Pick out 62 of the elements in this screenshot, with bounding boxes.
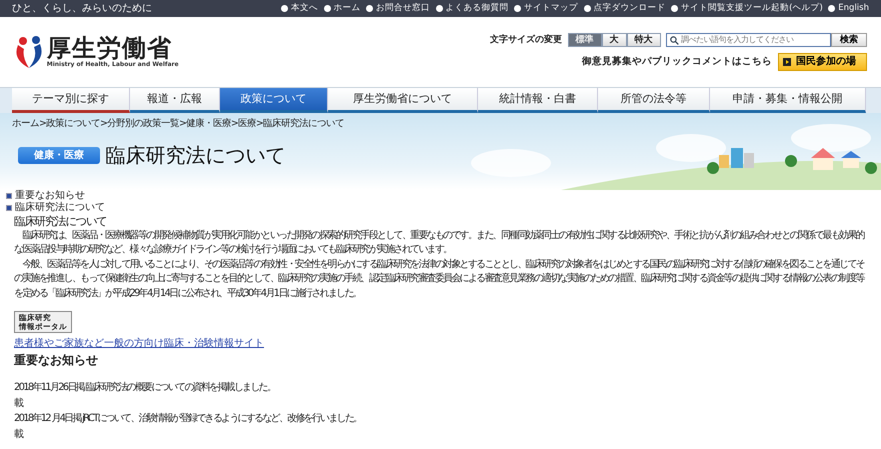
search-button[interactable]: 検索 [831,33,867,48]
nav-tab[interactable]: 統計情報・白書 [478,88,598,113]
nav-tab[interactable]: 政策について [220,88,328,113]
top-link[interactable]: 点字ダウンロード [594,2,666,15]
font-size-option[interactable]: 特大 [626,33,660,48]
nav-tab[interactable]: 報道・広報 [130,88,220,113]
toc-link[interactable]: 重要なお知らせ [14,190,85,202]
top-link[interactable]: サイトマップ [524,2,578,15]
breadcrumb-current: 臨床研究法について [262,117,344,131]
category-tag: 健康・医療 [18,146,100,164]
nav-tab[interactable]: テーマ別に探す [12,88,130,113]
breadcrumb-link[interactable]: ホーム [12,117,39,132]
search-field[interactable]: 調べたい語句を入力してください [666,33,831,48]
breadcrumb-link[interactable]: 政策について [46,117,100,132]
notice-text: 2018年11月26日掲 臨床研究法の概要についての資料を掲載しました。 [14,381,276,395]
search-icon [670,36,679,45]
top-link[interactable]: サイト閲覧支援ツール起動(ヘルプ) [681,2,823,15]
square-bullet-icon [6,205,12,211]
body-paragraph: 臨床研究は、医薬品・医療機器等の開発候補物質が実用化可能かといった開発の探索的研究手段として、重要なものです。また、同種同効薬同士の有効性に関する比較研究や、手術と抗がん剤の組み合わせとの関係で最も効果的な医薬品投与時期の研究など、様々な診療ガイドライン等の検討を行う場面においても臨床研究が実施されています。 [14,228,866,257]
portal-link[interactable]: 患者様やご家族など一般の方向け臨床・治験情報サイト [14,338,264,348]
font-size-label: 文字サイズの変更 [490,34,562,46]
breadcrumb-separator: > [178,117,186,131]
bullet-icon [828,5,836,12]
nav-tab[interactable]: 所管の法令等 [598,88,710,113]
bullet-icon [514,5,522,12]
arrow-icon [782,58,790,66]
notice-mark: 載 [14,428,24,442]
bullet-icon [366,5,374,12]
logo-title[interactable]: 厚生労働省 [46,36,179,60]
font-size-option[interactable]: 大 [602,33,626,48]
bullet-icon [671,5,678,12]
nav-tab[interactable]: 厚生労働省について [328,88,478,113]
toc-link[interactable]: 臨床研究法について [14,202,105,214]
top-link[interactable]: 本文へ [291,2,318,15]
breadcrumb-link[interactable]: 医療 [238,117,256,132]
breadcrumb-separator: > [39,117,46,131]
logo-icon [14,35,44,69]
top-link[interactable]: お問合せ窓口 [376,2,430,15]
breadcrumb-link[interactable]: 分野別の政策一覧 [106,117,179,132]
bullet-icon [584,5,591,12]
breadcrumb-separator: > [256,117,263,131]
participation-button[interactable]: 国民参加の場 [778,52,867,71]
nav-tab[interactable]: 申請・募集・情報公開 [710,88,866,113]
square-bullet-icon [6,193,12,199]
notice-mark: 載 [14,396,24,410]
page-title: 臨床研究法について [106,143,286,168]
bullet-icon [281,5,288,12]
notice-text: 2018年12 月4日掲 jRCTについて、治験情報が登録できるようにするなど、改修を行いました。 [14,412,362,426]
site-tagline: ひと、くらし、みらいのために [12,2,152,16]
notices-heading: 重要なお知らせ [14,352,99,369]
top-link[interactable]: English [838,2,869,15]
participation-text: 御意見募集やパブリックコメントはこちら [582,54,772,69]
breadcrumb-separator: > [100,117,107,131]
breadcrumb-link[interactable]: 健康・医療 [186,117,231,132]
bullet-icon [436,5,443,12]
bullet-icon [324,5,331,12]
breadcrumb-separator: > [230,117,238,131]
section-heading: 臨床研究法について [13,214,108,228]
body-paragraph: 今般、医薬品等を人に対して用いることにより、その医薬品等の有効性・安全性を明らかにする臨床研究を法律の対象とすることとし、臨床研究の対象者をはじめとする国民の臨床研究に対する信頼の確保を図ることを通じてその実施を推進し、もって保健衛生の向上に寄与することを目的として、臨床研究の実施の手続、認定臨床研究審査委員会による審査意見業務の適切な実施のための措置、臨床研究に関する資金等の提供に関する情報の公表の制度等を定める「臨床研究法」が平成29年4月14日に公布され、平成30年4月1日に施行されました。 [14,258,866,300]
font-size-option[interactable]: 標準 [568,33,602,48]
top-link[interactable]: ホーム [334,2,361,15]
top-link[interactable]: よくある御質問 [446,2,509,15]
